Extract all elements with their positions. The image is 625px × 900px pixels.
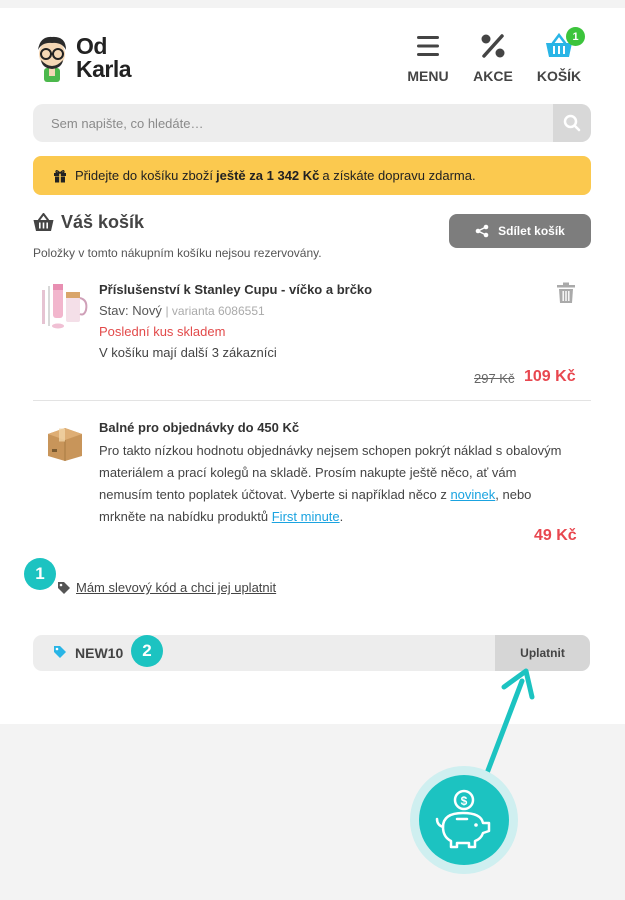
stock-status: Poslední kus skladem xyxy=(99,324,226,339)
item-name[interactable]: Příslušenství k Stanley Cupu - víčko a b… xyxy=(99,282,372,297)
svg-text:$: $ xyxy=(461,794,468,808)
step-marker-2: 2 xyxy=(131,635,163,667)
logo-mascot-icon xyxy=(34,34,70,82)
search-button[interactable] xyxy=(553,104,591,142)
logo-text: Od Karla xyxy=(76,33,132,82)
piggy-bank-icon: $ xyxy=(419,775,509,865)
share-cart-button[interactable]: Sdílet košík xyxy=(449,214,591,248)
nav-kosik-label: KOŠÍK xyxy=(536,68,582,84)
search-input[interactable] xyxy=(51,104,531,142)
item-name: Balné pro objednávky do 450 Kč xyxy=(99,420,300,435)
discount-code-value[interactable]: NEW10 xyxy=(75,645,123,661)
nav-kosik[interactable]: 1 KOŠÍK xyxy=(533,27,585,84)
logo[interactable]: Od Karla xyxy=(34,30,154,86)
nav-akce[interactable]: AKCE xyxy=(470,30,516,84)
nav-menu-label: MENU xyxy=(407,68,449,84)
search-icon xyxy=(563,114,581,132)
item-price: 49 Kč xyxy=(534,527,577,544)
share-icon xyxy=(475,224,489,238)
tag-icon xyxy=(58,581,70,594)
trash-icon xyxy=(557,282,575,303)
remove-item-button[interactable] xyxy=(556,282,576,309)
cart-count-badge: 1 xyxy=(566,27,585,46)
package-box-icon xyxy=(44,424,86,462)
item-description: Pro takto nízkou hodnotu objednávky nejs… xyxy=(99,440,569,528)
tag-icon xyxy=(53,645,67,664)
free-shipping-banner: Přidejte do košíku zboží ještě za 1 342 … xyxy=(33,156,591,195)
hamburger-icon xyxy=(413,30,443,62)
cart-note: Položky v tomto nákupním košíku nejsou r… xyxy=(33,246,322,260)
link-novinky[interactable]: novinek xyxy=(450,487,495,502)
step-marker-1: 1 xyxy=(24,558,56,590)
item-description-part: . xyxy=(339,509,344,524)
nav-menu[interactable]: MENU xyxy=(405,30,451,84)
item-state-text: Stav: Nový xyxy=(99,303,162,318)
nav-akce-label: AKCE xyxy=(473,68,513,84)
cart-title-text: Váš košík xyxy=(61,212,145,232)
gift-icon xyxy=(53,169,67,183)
search-bar xyxy=(33,104,591,142)
discount-code-link[interactable]: Mám slevový kód a chci jej uplatnit xyxy=(57,580,276,595)
banner-highlight: ještě za 1 342 Kč xyxy=(216,168,320,183)
top-strip xyxy=(0,0,625,8)
banner-prefix: Přidejte do košíku zboží xyxy=(75,168,214,183)
banner-suffix: a získáte dopravu zdarma. xyxy=(322,168,476,183)
product-image-stanley-accessories[interactable] xyxy=(38,280,90,332)
basket-icon xyxy=(33,213,54,232)
other-customers-note: V košíku mají další 3 zákazníci xyxy=(99,345,277,360)
item-state: Stav: Nový | varianta 6086551 xyxy=(99,303,265,318)
share-cart-label: Sdílet košík xyxy=(498,224,565,238)
item-variant: | varianta 6086551 xyxy=(165,304,265,318)
cart-title: Váš košík xyxy=(33,212,144,233)
link-first-minute[interactable]: First minute xyxy=(272,509,340,524)
original-price: 297 Kč xyxy=(474,371,515,386)
item-price: 109 Kč xyxy=(524,368,576,385)
divider xyxy=(33,400,591,401)
percent-icon xyxy=(478,30,508,62)
discount-code-link-text: Mám slevový kód a chci jej uplatnit xyxy=(76,580,277,595)
